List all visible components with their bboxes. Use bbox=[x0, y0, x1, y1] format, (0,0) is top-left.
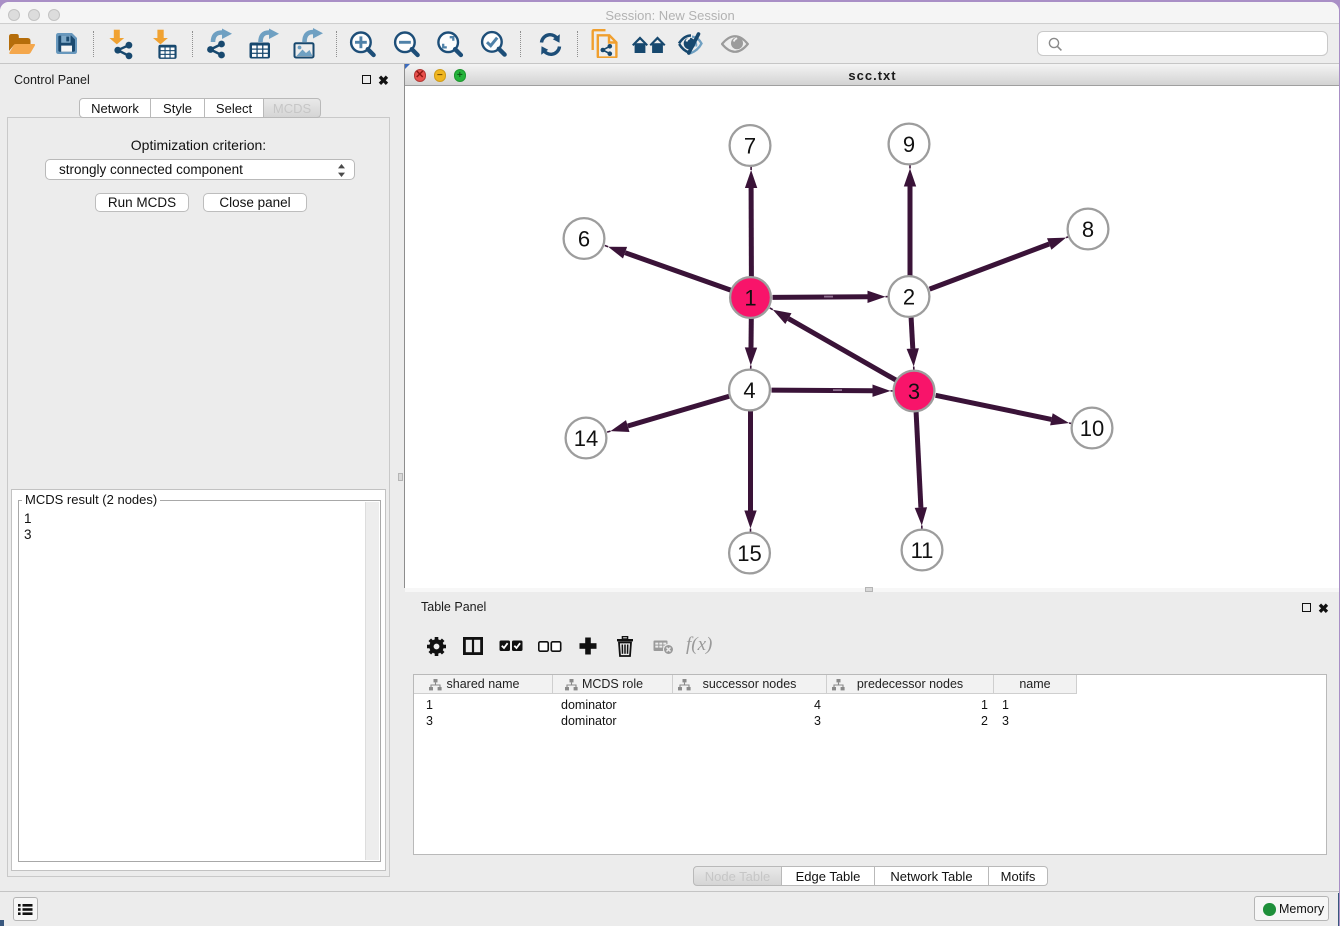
svg-text:3: 3 bbox=[908, 379, 920, 404]
svg-text:14: 14 bbox=[574, 426, 598, 451]
svg-text:9: 9 bbox=[903, 132, 915, 157]
svg-text:6: 6 bbox=[578, 227, 590, 252]
svg-text:15: 15 bbox=[737, 541, 761, 566]
svg-text:1: 1 bbox=[744, 286, 756, 311]
svg-text:7: 7 bbox=[744, 134, 756, 159]
svg-text:11: 11 bbox=[911, 538, 934, 563]
svg-text:2: 2 bbox=[903, 285, 915, 310]
svg-text:10: 10 bbox=[1080, 416, 1104, 441]
svg-text:8: 8 bbox=[1082, 217, 1094, 242]
svg-text:4: 4 bbox=[743, 378, 755, 403]
